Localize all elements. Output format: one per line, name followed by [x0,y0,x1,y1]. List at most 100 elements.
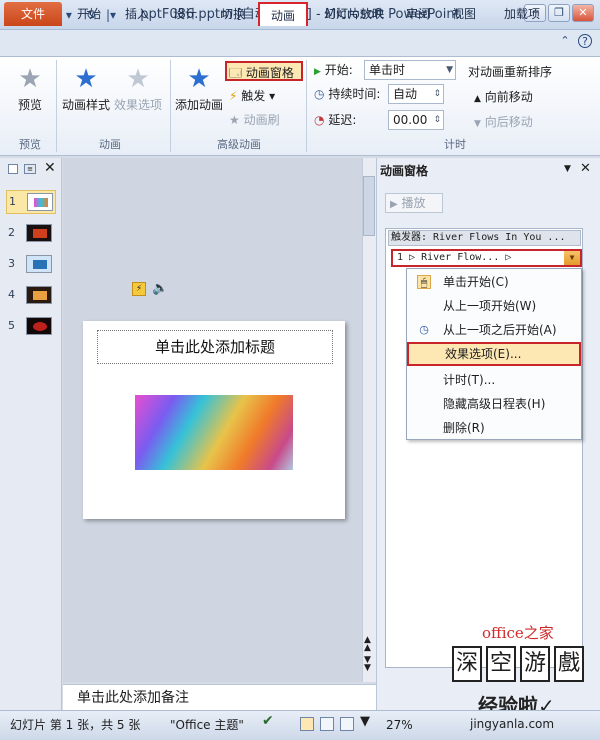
add-star-icon: ★ [187,64,211,94]
tab-slideshow[interactable]: 幻灯片放映 [314,2,394,26]
watermark-brand: office之家 [482,624,554,642]
tab-review[interactable]: 审阅 [398,2,438,26]
painter-icon: ★ [229,113,240,127]
start-label: ▶ 开始: [314,63,353,77]
slide-counter: 幻灯片 第 1 张，共 5 张 [10,718,141,732]
add-animation-button[interactable]: ★ 添加动画 [174,60,224,130]
tab-transitions[interactable]: 切换 [212,2,254,26]
tab-addins[interactable]: 加载项 [496,2,548,26]
tab-view[interactable]: 视图 [444,2,484,26]
trigger-marker-icon[interactable]: ⚡ [132,282,146,296]
watermark-url: jingyanla.com [470,717,555,731]
theme-name: "Office 主题" [170,718,244,732]
slide-thumbnail[interactable]: 3 [6,253,56,277]
group-divider [306,60,307,152]
duration-spinner[interactable]: 自动 ⇕ [388,84,444,104]
star-disabled-icon: ★ [126,64,150,94]
delay-spinner[interactable]: 00.00 ⇕ [388,110,444,130]
menu-item-after-previous[interactable]: ◷ 从上一项之后开始(A) [407,318,581,342]
reading-view-icon[interactable] [340,717,354,731]
close-pane-icon[interactable]: ✕ [580,161,591,176]
menu-item-timing[interactable]: 计时(T)... [407,368,581,392]
notes-placeholder[interactable]: 单击此处添加备注 [63,684,376,710]
vertical-scrollbar[interactable] [362,158,376,682]
outline-tab-icon[interactable]: ≡ [24,164,36,174]
next-slide-icon[interactable]: ▼ ▼ [364,656,371,673]
chevron-down-icon: ▼ [446,65,453,75]
animation-painter-button[interactable]: ★ 动画刷 [229,110,280,130]
thumbnail-image [27,193,53,211]
close-window-button[interactable]: ✕ [572,4,594,22]
group-label-preview: 预览 [19,138,41,151]
menu-item-with-previous[interactable]: 从上一项开始(W) [407,294,581,318]
restore-button[interactable]: ❐ [548,4,570,22]
ribbon-tab-bar [0,30,600,56]
trigger-header[interactable]: 触发器: River Flows In You ... [388,230,581,246]
tab-file[interactable]: 文件 [4,2,62,26]
zoom-level[interactable]: 27% [386,710,413,740]
group-label-advanced: 高级动画 [217,138,261,151]
delay-label: ◔ 延迟: [314,113,357,127]
menu-item-hide-timeline[interactable]: 隐藏高级日程表(H) [407,392,581,416]
menu-item-start-on-click[interactable]: 🖱 单击开始(C) [407,270,581,294]
play-icon: ▶ [390,199,398,210]
menu-item-delete[interactable]: 删除(R) [407,416,581,440]
slide-thumbnail[interactable]: 2 [6,222,56,246]
tab-animations[interactable]: 动画 [258,2,308,26]
watermark-char: 空 [486,646,516,682]
slide-sorter-icon[interactable] [320,717,334,731]
normal-view-icon[interactable] [300,717,314,731]
spinner-icon: ⇕ [433,115,441,125]
trigger-button[interactable]: ⚡ 触发 ▾ [229,86,275,106]
slide-picture[interactable] [135,395,293,470]
delay-clock-icon: ◔ [314,113,325,127]
group-label-animation: 动画 [99,138,121,151]
start-combo[interactable]: 单击时 ▼ [364,60,456,80]
animation-item[interactable]: 1 ▷ River Flow... ▷ ▼ [391,249,582,267]
speaker-icon[interactable]: 🔈 [152,281,168,296]
star-preview-icon: ★ [18,64,42,94]
watermark-char: 游 [520,646,550,682]
thumbnail-image [26,224,52,242]
play-button[interactable]: ▶ 播放 [385,193,443,213]
menu-item-effect-options[interactable]: 效果选项(E)... [407,342,581,366]
watermark-char: 深 [452,646,482,682]
item-dropdown-icon[interactable]: ▼ [564,251,580,265]
effect-options-button[interactable]: ★ 效果选项 [112,60,164,130]
slide-thumbnail[interactable]: 1 [6,190,56,214]
animation-styles-button[interactable]: ★ 动画样式 [60,60,112,130]
thumbnail-image [26,255,52,273]
group-divider [56,60,57,152]
animation-pane-button[interactable]: 🗔 动画窗格 [225,61,303,81]
collapse-ribbon-icon[interactable]: ⌃ [558,34,572,48]
watermark-char: 戲 [554,646,584,682]
close-panel-icon[interactable]: ✕ [44,160,56,176]
spinner-icon: ⇕ [433,89,441,99]
slides-tab-icon[interactable] [8,164,18,174]
tab-home[interactable]: 开始 [68,2,110,26]
tab-design[interactable]: 设计 [164,2,206,26]
slideshow-icon[interactable]: ▼ [360,714,370,729]
pane-title: 动画窗格 [380,164,429,178]
slide-thumbnail[interactable]: 5 [6,315,56,339]
prev-slide-icon[interactable]: ▲ ▲ [364,636,371,653]
title-placeholder[interactable]: 单击此处添加标题 [97,330,333,364]
clock-icon: ◷ [314,87,325,101]
down-triangle-icon: ▼ [474,119,481,129]
move-later-button[interactable]: ▼ 向后移动 [474,112,533,132]
group-divider [170,60,171,152]
group-label-timing: 计时 [444,138,466,151]
slide-thumbnail[interactable]: 4 [6,284,56,308]
help-icon[interactable]: ? [578,34,592,48]
reorder-title: 对动画重新排序 [468,65,553,79]
spellcheck-icon[interactable]: ✔ [262,713,274,729]
tab-insert[interactable]: 插入 [116,2,158,26]
move-earlier-button[interactable]: ▲ 向前移动 [474,87,533,107]
pane-menu-icon[interactable]: ▼ [564,164,571,174]
preview-button[interactable]: ★ 预览 [8,60,52,130]
play-icon: ▶ [314,67,321,77]
duration-label: ◷ 持续时间: [314,87,381,101]
scrollbar-thumb[interactable] [363,176,375,236]
star-icon: ★ [74,64,98,94]
lightning-icon: ⚡ [229,89,238,103]
